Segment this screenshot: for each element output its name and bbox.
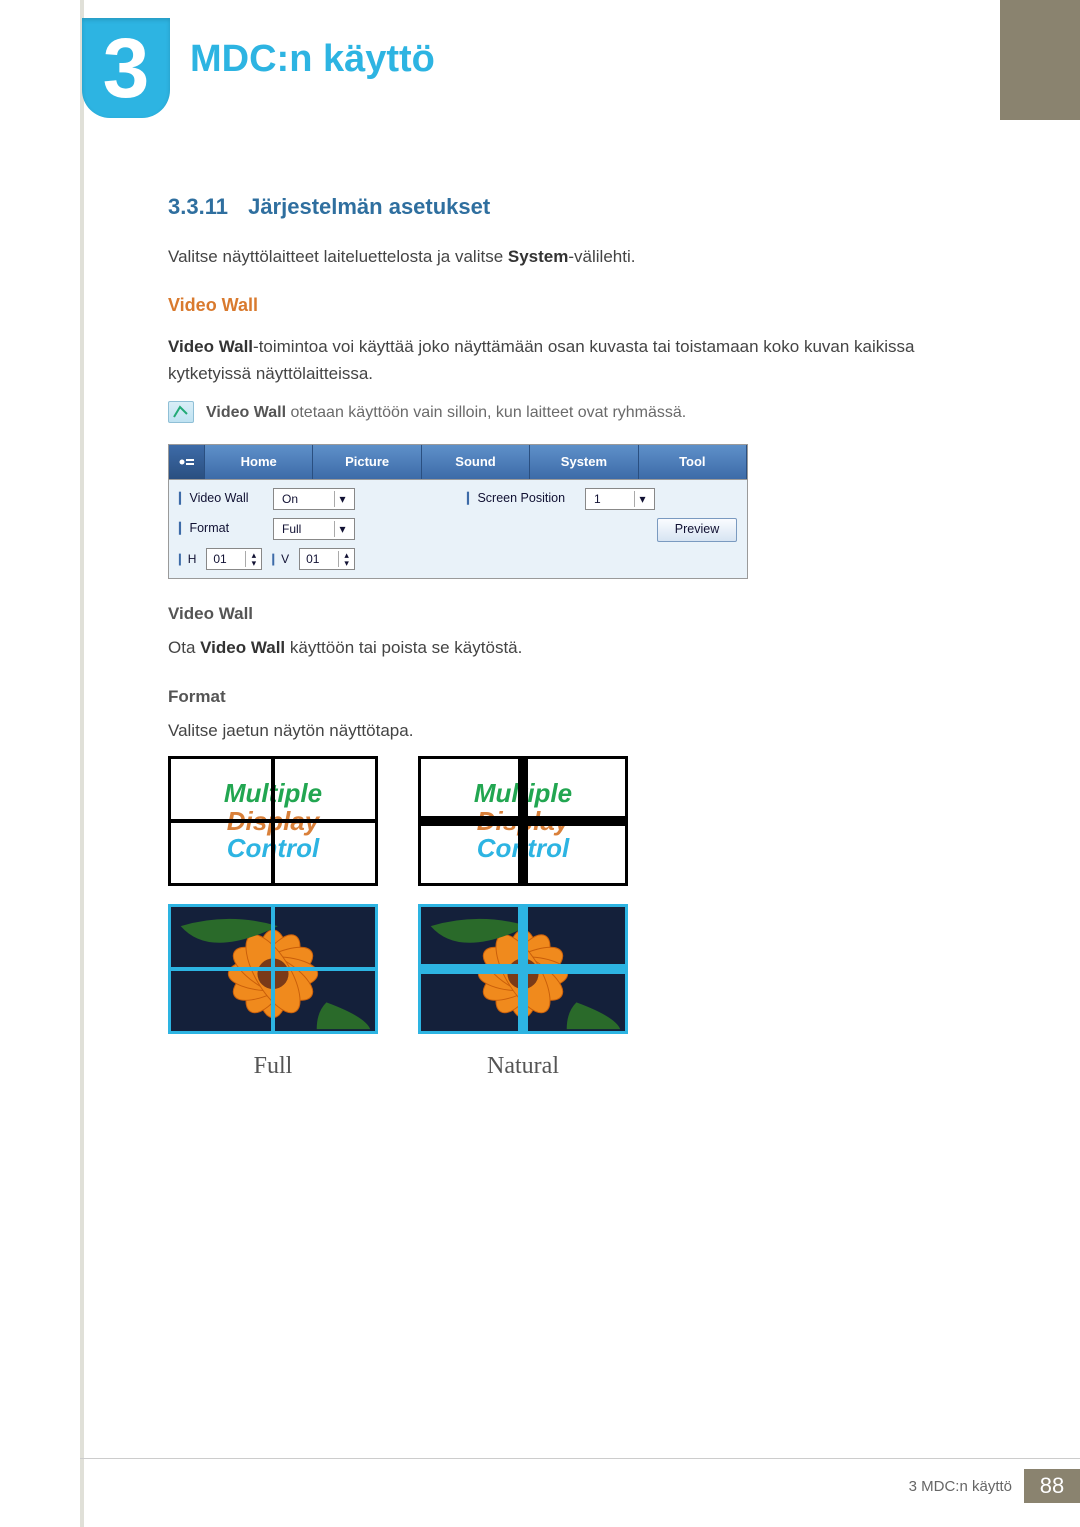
preview-button[interactable]: Preview xyxy=(657,518,737,542)
vw-desc-bold: Video Wall xyxy=(168,337,253,356)
note-rest: otetaan käyttöön vain silloin, kun laitt… xyxy=(286,404,686,421)
mdc-tab-bar: Home Picture Sound System Tool xyxy=(169,445,747,479)
spinner-v[interactable]: 01 ▴▾ xyxy=(299,548,355,570)
sub1-suffix: käyttöön tai poista se käytöstä. xyxy=(285,638,522,657)
mdc-tab-tool[interactable]: Tool xyxy=(639,445,747,479)
spinner-v-value: 01 xyxy=(306,550,319,569)
mdc-tab-picture[interactable]: Picture xyxy=(313,445,421,479)
intro-bold: System xyxy=(508,247,568,266)
chapter-number-badge: 3 xyxy=(82,18,170,118)
note-text: Video Wall otetaan käyttöön vain silloin… xyxy=(206,401,686,426)
select-screen-position[interactable]: 1 ▾ xyxy=(585,488,655,510)
mdc-tab-menu-icon[interactable] xyxy=(169,445,205,479)
section-title: Järjestelmän asetukset xyxy=(248,194,490,219)
top-right-strip xyxy=(1000,0,1080,120)
chevron-down-icon: ▾ xyxy=(334,491,350,507)
section-number: 3.3.11 xyxy=(168,194,228,219)
page-margin-bar xyxy=(80,0,84,1527)
note-block: Video Wall otetaan käyttöön vain silloin… xyxy=(168,401,948,426)
chevron-down-icon: ▾ xyxy=(634,491,650,507)
spinner-h-value: 01 xyxy=(213,550,226,569)
chevron-down-icon: ▾ xyxy=(334,521,350,537)
note-icon xyxy=(168,401,194,423)
format-full-text-tile: Multiple Display Control xyxy=(168,756,378,886)
section-intro: Valitse näyttölaitteet laiteluettelosta … xyxy=(168,244,948,270)
select-video-wall-value: On xyxy=(282,490,298,509)
format-natural-text-tile: Multiple Display Control xyxy=(418,756,628,886)
subheading-video-wall-body: Ota Video Wall käyttöön tai poista se kä… xyxy=(168,635,948,661)
page-footer: 3 MDC:n käyttö 88 xyxy=(80,1458,1080,1503)
sub1-bold: Video Wall xyxy=(200,638,285,657)
vw-desc-rest: -toimintoa voi käyttää joko näyttämään o… xyxy=(168,337,915,382)
format-full-column: Multiple Display Control xyxy=(168,756,378,1085)
format-natural-image-tile xyxy=(418,904,628,1034)
section-heading: 3.3.11 Järjestelmän asetukset xyxy=(168,190,948,224)
format-natural-column: Multiple Display Control xyxy=(418,756,628,1085)
page-number-badge: 88 xyxy=(1024,1469,1080,1503)
subheading-format-body: Valitse jaetun näytön näyttötapa. xyxy=(168,718,948,744)
intro-suffix: -välilehti. xyxy=(568,247,635,266)
spinner-arrows-icon: ▴▾ xyxy=(338,551,354,567)
subheading-format: Format xyxy=(168,684,948,710)
sub1-prefix: Ota xyxy=(168,638,200,657)
label-v: V xyxy=(272,550,289,569)
select-video-wall[interactable]: On ▾ xyxy=(273,488,355,510)
mdc-tab-home[interactable]: Home xyxy=(205,445,313,479)
label-format: Format xyxy=(179,519,265,538)
spinner-arrows-icon: ▴▾ xyxy=(245,551,261,567)
video-wall-desc: Video Wall-toimintoa voi käyttää joko nä… xyxy=(168,334,948,387)
mdc-tab-system[interactable]: System xyxy=(530,445,638,479)
mdc-tab-sound[interactable]: Sound xyxy=(422,445,530,479)
page-content: 3.3.11 Järjestelmän asetukset Valitse nä… xyxy=(168,190,948,1086)
chapter-title: MDC:n käyttö xyxy=(190,38,435,81)
video-wall-heading: Video Wall xyxy=(168,292,948,320)
caption-full: Full xyxy=(168,1048,378,1085)
spinner-h[interactable]: 01 ▴▾ xyxy=(206,548,262,570)
label-screen-position: Screen Position xyxy=(467,489,577,508)
caption-natural: Natural xyxy=(418,1048,628,1085)
format-full-image-tile xyxy=(168,904,378,1034)
mdc-panel: Home Picture Sound System Tool Video Wal… xyxy=(168,444,748,579)
label-video-wall: Video Wall xyxy=(179,489,265,508)
format-examples: Multiple Display Control xyxy=(168,756,948,1085)
label-h: H xyxy=(179,550,196,569)
footer-text: 3 MDC:n käyttö xyxy=(909,1478,1012,1495)
select-screen-position-value: 1 xyxy=(594,490,601,509)
intro-prefix: Valitse näyttölaitteet laiteluettelosta … xyxy=(168,247,508,266)
note-bold: Video Wall xyxy=(206,404,286,421)
select-format[interactable]: Full ▾ xyxy=(273,518,355,540)
subheading-video-wall: Video Wall xyxy=(168,601,948,627)
select-format-value: Full xyxy=(282,520,301,539)
